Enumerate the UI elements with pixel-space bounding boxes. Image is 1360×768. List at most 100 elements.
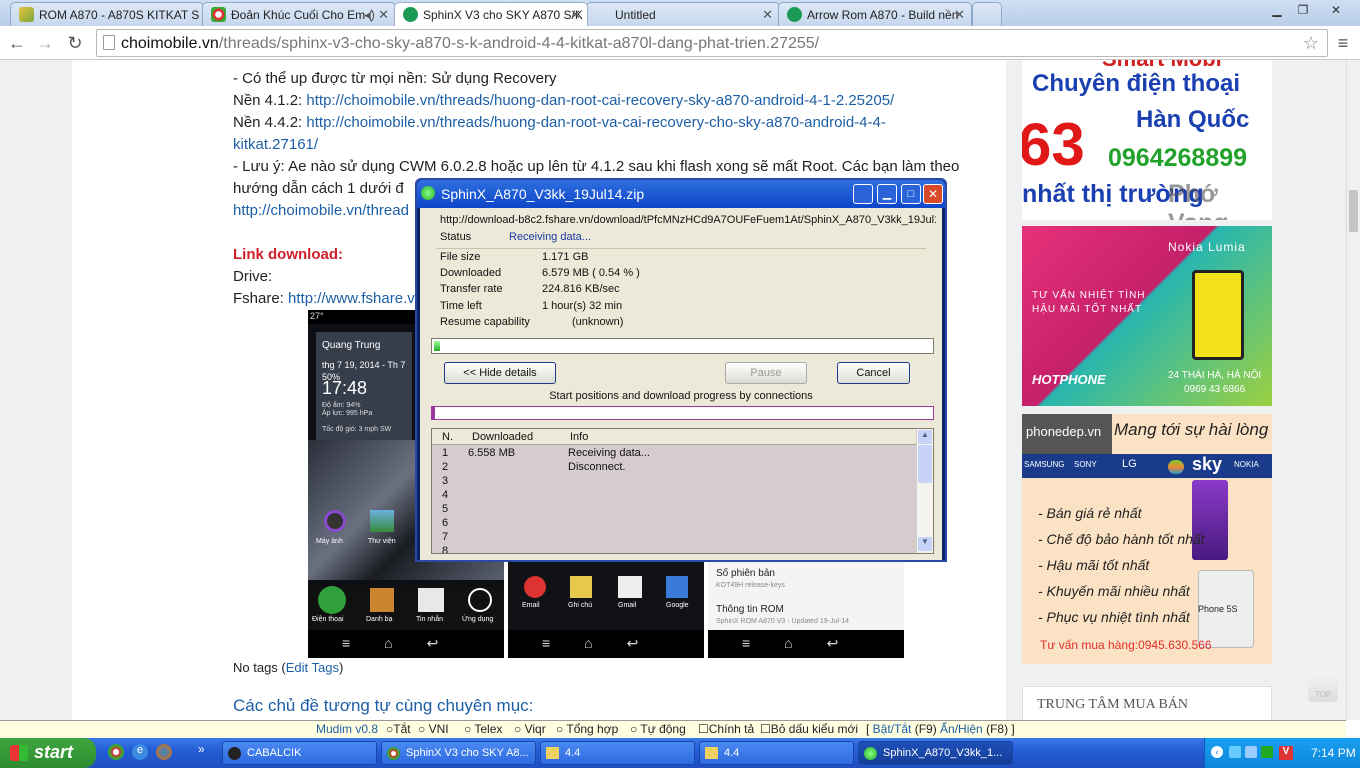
close-tab-icon[interactable]: ✕ xyxy=(954,7,965,23)
mudim-name: Mudim v0.8 xyxy=(316,722,379,736)
nen442-link[interactable]: http://choimobile.vn/threads/huong-dan-r… xyxy=(306,114,885,131)
tab-doan-khuc[interactable]: Đoản Khúc Cuối Cho Em ( ◂) ✕ xyxy=(202,2,396,26)
ad-phonedep[interactable]: phonedep.vn Mang tới sự hài lòng SAMSUNG… xyxy=(1022,414,1272,664)
tab-sphinx-v3[interactable]: SphinX V3 cho SKY A870 S/K ✕ xyxy=(394,2,588,26)
pause-button[interactable]: Pause xyxy=(725,362,807,384)
close-tab-icon[interactable]: ✕ xyxy=(570,7,581,23)
menu-icon[interactable]: ≡ xyxy=(1332,32,1354,54)
task-label: 4.4 xyxy=(565,747,581,759)
scroll-thumb[interactable] xyxy=(1349,190,1358,232)
task-chrome[interactable]: SphinX V3 cho SKY A8... xyxy=(381,741,536,765)
ad3-slogan: Mang tới sự hài lòng xyxy=(1114,420,1269,439)
dock-label: Điện thoại xyxy=(312,616,344,623)
bookmark-star-icon[interactable]: ☆ xyxy=(1300,32,1322,54)
brand-logo: SONY xyxy=(1074,460,1097,469)
link-download-heading: Link download: xyxy=(233,246,343,263)
ad2-brand: HOTPHONE xyxy=(1032,372,1106,387)
close-window-icon[interactable]: ✕ xyxy=(1318,0,1354,20)
note-link[interactable]: http://choimobile.vn/thread xyxy=(233,202,409,219)
network-icon[interactable] xyxy=(1245,746,1257,758)
toggle-link[interactable]: Bật/Tắt xyxy=(873,722,912,736)
toggle-key: (F9) xyxy=(911,722,941,736)
vietkey-icon[interactable]: V xyxy=(1279,746,1293,760)
minimize-dialog-icon[interactable]: ▁ xyxy=(877,184,897,204)
newstyle-checkbox[interactable]: ☐Bỏ dấu kiểu mới xyxy=(760,722,858,736)
spellcheck-checkbox[interactable]: ☐Chính tả xyxy=(698,722,754,736)
table-scroll-thumb[interactable] xyxy=(918,445,932,483)
idm-icon xyxy=(864,747,877,760)
mudim-opt[interactable]: ○Tắt xyxy=(386,722,411,736)
task-download[interactable]: SphinX_A870_V3kk_1... xyxy=(858,741,1013,765)
col-downloaded: Downloaded xyxy=(472,431,534,443)
tab-rom-a870[interactable]: ROM A870 - A870S KITKAT S xyxy=(10,2,204,26)
downloaded-label: Downloaded xyxy=(440,267,502,279)
mudim-opt[interactable]: ○ Viqr xyxy=(514,722,546,736)
nen412-link[interactable]: http://choimobile.vn/threads/huong-dan-r… xyxy=(306,92,894,109)
brand-logo: SAMSUNG xyxy=(1024,460,1065,469)
maximize-dialog-icon[interactable]: □ xyxy=(901,184,921,204)
scroll-up-icon[interactable]: ▲ xyxy=(918,430,932,444)
tray-app-icon[interactable] xyxy=(1229,746,1241,758)
task-folder-1[interactable]: 4.4 xyxy=(540,741,695,765)
ad3-point: - Chế độ bảo hành tốt nhất xyxy=(1038,531,1205,547)
task-cabalcik[interactable]: CABALCIK xyxy=(222,741,377,765)
ad-hotphone[interactable]: Nokia Lumia TƯ VẤN NHIỆT TÌNH HẬU MÃI TỐ… xyxy=(1022,226,1272,406)
hide-details-button[interactable]: << Hide details xyxy=(444,362,556,384)
ie-quicklaunch-icon[interactable]: e xyxy=(132,744,148,760)
download-small-icon[interactable] xyxy=(853,184,873,204)
table-row: 4 xyxy=(432,489,916,503)
phone-favicon-icon xyxy=(787,7,802,22)
close-tab-icon[interactable]: ✕ xyxy=(762,7,773,23)
address-bar[interactable]: choimobile.vn/threads/sphinx-v3-cho-sky-… xyxy=(96,29,1328,57)
dialog-titlebar[interactable]: SphinX_A870_V3kk_19Jul14.zip ▁ □ ✕ xyxy=(417,180,945,208)
mudim-opt[interactable]: ○ Tự động xyxy=(630,722,686,736)
fshare-link[interactable]: http://www.fshare.v xyxy=(288,290,415,307)
table-row: 8 xyxy=(432,545,916,553)
download-dialog: SphinX_A870_V3kk_19Jul14.zip ▁ □ ✕ http:… xyxy=(415,178,947,562)
ad-smart-mobi[interactable]: Smart Mobi Chuyên điện thoại Hàn Quốc 63… xyxy=(1022,60,1272,220)
task-label: CABALCIK xyxy=(247,747,302,759)
tray-expand-icon[interactable]: ‹ xyxy=(1211,746,1223,758)
dock-label: Google xyxy=(666,602,689,609)
table-row: 5 xyxy=(432,503,916,517)
new-tab-button[interactable] xyxy=(972,2,1002,26)
mudim-shortcuts: [ Bật/Tắt (F9) Ẩn/Hiện (F8) ] xyxy=(866,722,1015,736)
col-n: N. xyxy=(442,431,453,443)
edit-tags-link[interactable]: Edit Tags xyxy=(286,660,339,675)
task-folder-2[interactable]: 4.4 xyxy=(699,741,854,765)
table-scrollbar[interactable]: ▲ ▼ xyxy=(916,429,933,553)
google-app-icon xyxy=(666,576,688,598)
close-tab-icon[interactable]: ✕ xyxy=(378,7,389,23)
ad1-phone: 0964268899 xyxy=(1108,144,1248,172)
firefox-quicklaunch-icon[interactable] xyxy=(156,744,172,760)
resume-label: Resume capability xyxy=(440,316,530,328)
close-dialog-icon[interactable]: ✕ xyxy=(923,184,943,204)
opt-label: VNI xyxy=(428,722,449,736)
tab-arrow-rom[interactable]: Arrow Rom A870 - Build nền ✕ xyxy=(778,2,972,26)
page-scrollbar[interactable] xyxy=(1346,60,1360,720)
reload-icon[interactable]: ↻ xyxy=(64,32,86,54)
minimize-icon[interactable]: ▁ xyxy=(1264,0,1290,20)
tray-app-icon[interactable] xyxy=(1261,746,1273,758)
back-icon[interactable]: ← xyxy=(6,32,28,54)
cancel-button[interactable]: Cancel xyxy=(837,362,910,384)
chrome-quicklaunch-icon[interactable] xyxy=(108,744,124,760)
tab-untitled[interactable]: Untitled ✕ xyxy=(586,2,780,26)
mudim-opt[interactable]: ○ Telex xyxy=(464,722,502,736)
mudim-opt[interactable]: ○ Tổng hợp xyxy=(556,722,618,736)
scroll-down-icon[interactable]: ▼ xyxy=(918,537,932,551)
nen442-link-cont[interactable]: kitkat.27161/ xyxy=(233,136,318,153)
fshare-label: Fshare: xyxy=(233,290,289,307)
quicklaunch-more-icon[interactable]: » xyxy=(198,742,205,756)
check-label: Bỏ dấu kiểu mới xyxy=(770,722,859,736)
app-label: Thư viện xyxy=(368,538,396,545)
lumia-phone-image xyxy=(1192,270,1244,360)
mudim-opt[interactable]: ○ VNI xyxy=(418,722,449,736)
show-link[interactable]: Ẩn/Hiện xyxy=(940,722,983,736)
restore-icon[interactable]: ❐ xyxy=(1290,0,1316,20)
back-to-top-button[interactable]: TOP xyxy=(1308,672,1338,702)
start-label: start xyxy=(34,742,74,762)
start-button[interactable]: start xyxy=(0,738,96,768)
forward-icon[interactable]: → xyxy=(34,32,56,54)
weather-time: 17:48 xyxy=(322,378,368,398)
